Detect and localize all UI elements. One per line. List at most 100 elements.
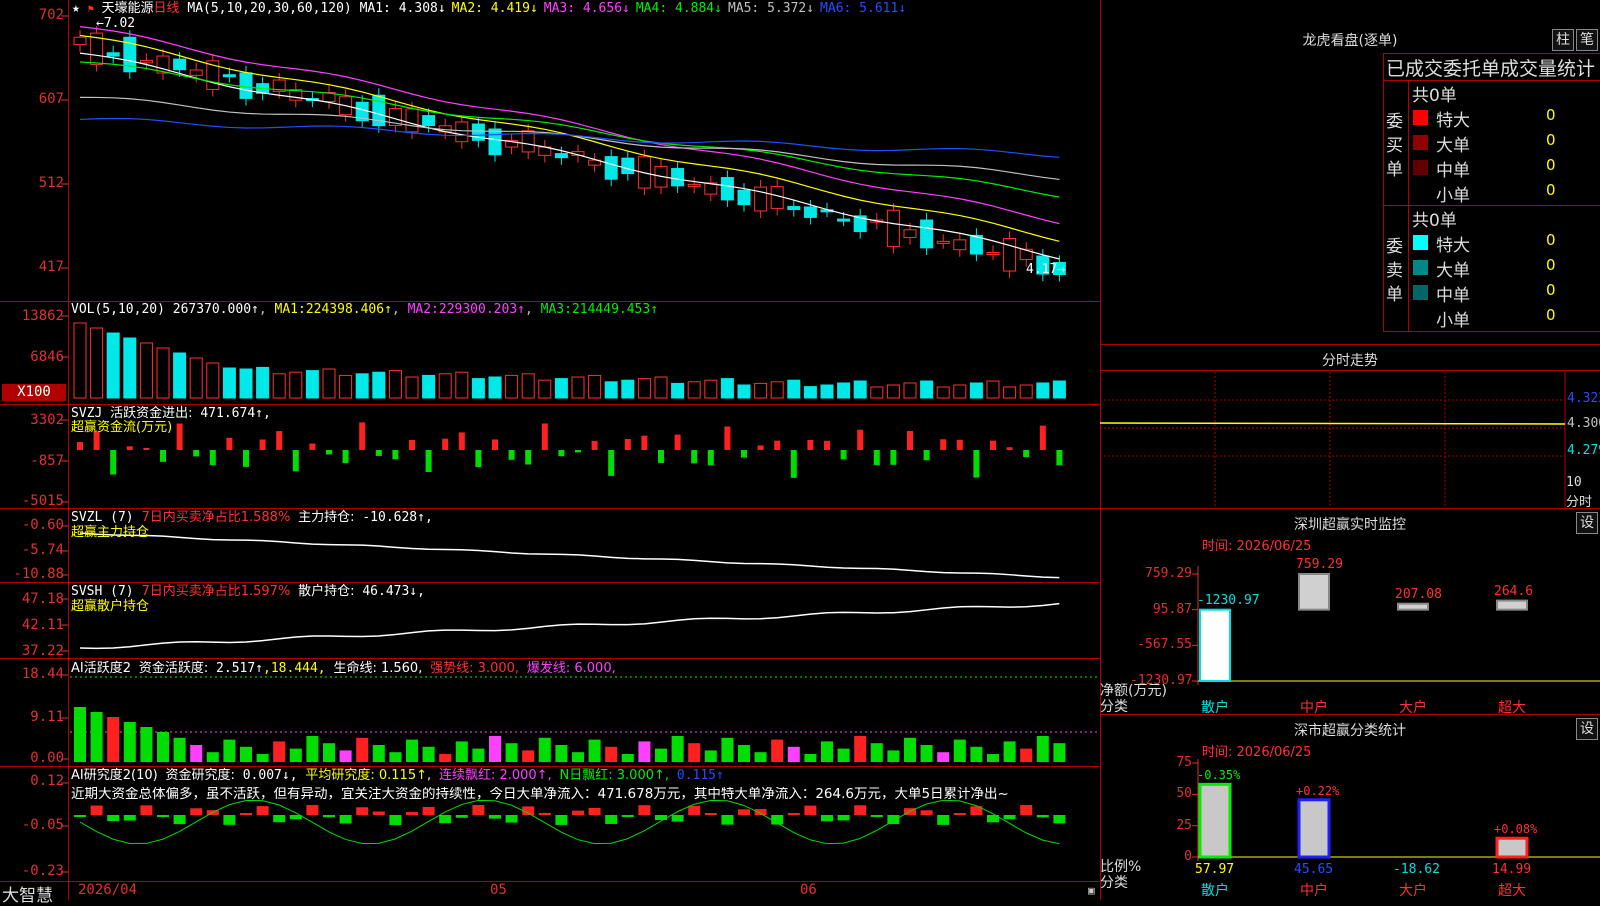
classify-category: 散户 xyxy=(1201,883,1229,899)
classify-value-label: 14.99 xyxy=(1492,862,1532,877)
fund-flow-bar xyxy=(276,431,283,450)
tick-mode-button[interactable]: 笔 xyxy=(1576,29,1598,51)
vol-unit-badge[interactable]: X100 xyxy=(2,384,66,401)
research-bar xyxy=(638,805,651,815)
volume-bar xyxy=(222,367,236,399)
research-bar xyxy=(422,806,435,815)
volume-bar xyxy=(488,376,502,399)
activity-bar xyxy=(306,736,319,762)
classify-xlabel: 分类 xyxy=(1100,875,1128,891)
divider xyxy=(1100,508,1600,509)
volume-bar xyxy=(189,357,203,399)
volume-bar xyxy=(588,374,602,399)
activity-bar xyxy=(489,736,501,762)
research-bar xyxy=(505,815,518,823)
high-marker: ←7.02 xyxy=(96,16,136,31)
ma6-value: MA6: 5.611↓ xyxy=(820,1,907,16)
activity-bar xyxy=(406,739,418,762)
svzj-header: SVZJ 活跃资金进出: 471.674↑, xyxy=(71,406,271,421)
volume-bar xyxy=(90,327,104,399)
fund-flow-bar xyxy=(1023,450,1030,458)
monitor-settings-button[interactable]: 设 xyxy=(1576,512,1598,534)
candle xyxy=(770,186,784,209)
ai2-nday: N日飘红: 3.000↑, xyxy=(559,768,670,783)
fund-flow-bar xyxy=(309,443,316,450)
fund-flow-bar xyxy=(259,439,266,450)
fund-flow-bar xyxy=(658,450,664,463)
volume-bar xyxy=(787,379,801,399)
monitor-y-tick: 95.87 xyxy=(1152,601,1192,617)
candle xyxy=(986,251,1000,255)
y-tick: 6846 xyxy=(30,349,64,365)
divider xyxy=(1100,344,1600,345)
star-icon[interactable]: ★ xyxy=(72,1,80,16)
bar-mode-button[interactable]: 柱 xyxy=(1552,29,1574,51)
sell-row-label: 中单 xyxy=(1436,286,1470,306)
fund-flow-bar xyxy=(292,450,299,472)
y-tick: 18.44 xyxy=(21,666,64,682)
fund-flow-bar xyxy=(359,422,366,450)
research-bar xyxy=(273,815,286,823)
ma4-value: MA4: 4.884↓ xyxy=(635,1,722,16)
activity-bar xyxy=(970,746,983,762)
volume-bar xyxy=(1003,386,1017,399)
y-tick: 9.11 xyxy=(30,709,64,725)
candle xyxy=(604,156,618,180)
monitor-bar xyxy=(1199,608,1231,683)
lock-icon[interactable]: ▣ xyxy=(1088,884,1095,897)
buy-row-value: 0 xyxy=(1546,181,1556,199)
chart-right-divider xyxy=(1100,0,1101,900)
classify-bar xyxy=(1297,798,1331,859)
volume-bar xyxy=(505,374,519,399)
vol-ma1-label: MA1: xyxy=(274,302,306,317)
svsh-sub: 超赢散户持仓 xyxy=(71,599,150,614)
ai1-burst: 爆发线: 6.000, xyxy=(526,661,616,676)
stock-name[interactable]: 天壕能源 xyxy=(102,1,154,16)
svzl-label: 主力持仓: xyxy=(298,510,355,525)
classify-title: 深市超赢分类统计 xyxy=(1294,723,1406,739)
sell-row-value: 0 xyxy=(1546,306,1556,324)
y-tick: 42.11 xyxy=(21,617,64,633)
buy-row-value: 0 xyxy=(1546,131,1556,149)
volume-bar xyxy=(936,386,950,399)
ai1-value: 2.517↑ xyxy=(216,661,264,676)
volume-bar xyxy=(1019,384,1033,399)
sell-row-label: 特大 xyxy=(1436,236,1470,256)
fund-flow-bar xyxy=(160,450,166,462)
classify-settings-button[interactable]: 设 xyxy=(1576,718,1598,740)
y-tick: -857 xyxy=(30,453,64,469)
svsh-header: SVSH (7) 7日内买卖净占比1.597% 散户持仓: 46.473↓, xyxy=(71,584,425,599)
volume-bar xyxy=(305,370,319,399)
classify-change-label: -0.35% xyxy=(1197,768,1241,783)
volume-bar xyxy=(621,379,635,399)
period-label[interactable]: 日线 xyxy=(154,1,180,16)
activity-bar xyxy=(173,737,186,762)
activity-bar xyxy=(190,745,203,762)
kline-chart[interactable] xyxy=(0,0,1100,900)
volume-bar xyxy=(920,380,934,399)
activity-bar xyxy=(240,746,252,762)
activity-bar xyxy=(738,745,750,762)
classify-category: 超大 xyxy=(1498,883,1526,899)
fund-flow-bar xyxy=(907,430,913,450)
research-bar xyxy=(157,815,169,817)
classify-date: 时间: 2026/06/25 xyxy=(1202,745,1312,760)
volume-bar xyxy=(173,352,187,399)
fund-flow-bar xyxy=(691,450,698,464)
fund-flow-bar xyxy=(624,439,631,450)
candle xyxy=(106,52,120,57)
candle xyxy=(488,128,502,156)
monitor-y-tick: -567.55 xyxy=(1137,637,1192,653)
research-bar xyxy=(489,815,501,819)
activity-bar xyxy=(206,752,219,762)
research-bar xyxy=(107,815,120,822)
sell-side-label: 委卖单 xyxy=(1386,237,1403,305)
volume-bar xyxy=(106,332,120,399)
candle xyxy=(803,206,817,218)
sell-row-label: 小单 xyxy=(1436,311,1470,331)
volume-bar xyxy=(953,384,967,399)
divider xyxy=(1383,53,1384,332)
fund-flow-bar xyxy=(990,440,996,450)
buy-row-value: 0 xyxy=(1546,106,1556,124)
volume-bar xyxy=(139,342,153,399)
